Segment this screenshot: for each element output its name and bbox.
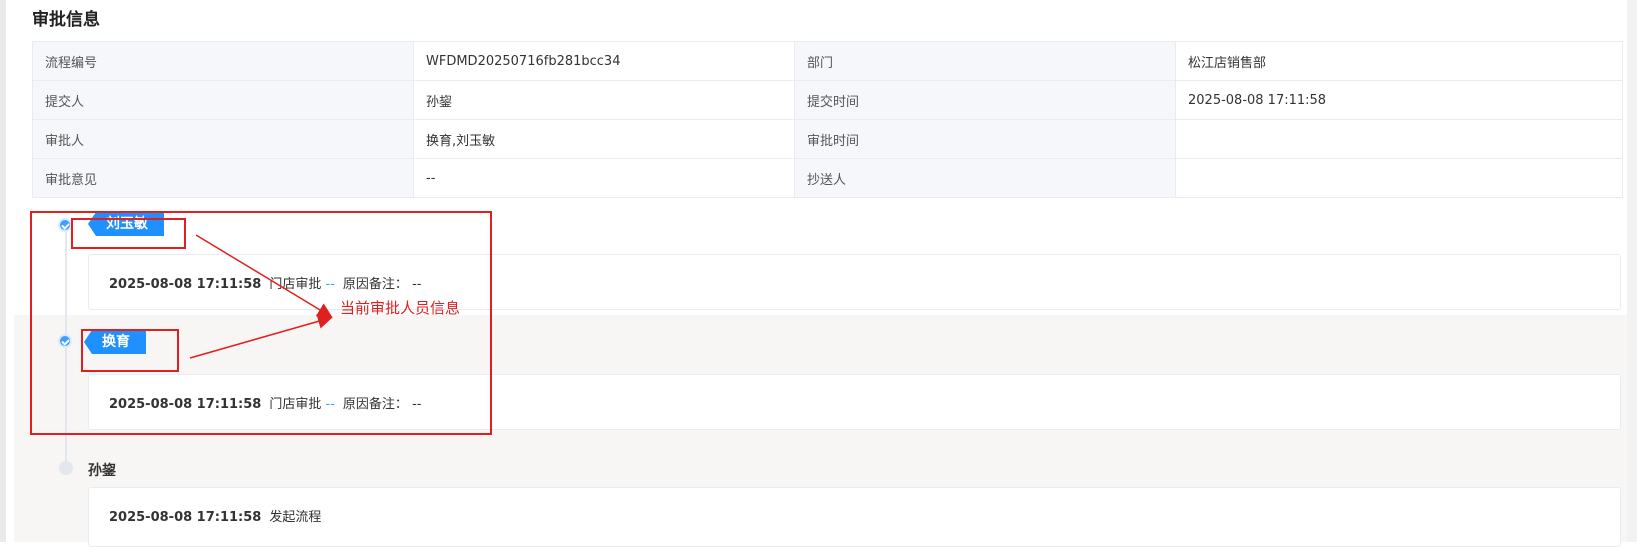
annotation-arrow bbox=[195, 234, 333, 318]
annotation-arrows bbox=[189, 234, 333, 359]
annotation-text: 当前审批人员信息 bbox=[340, 299, 461, 317]
annotation-arrow bbox=[189, 314, 333, 359]
